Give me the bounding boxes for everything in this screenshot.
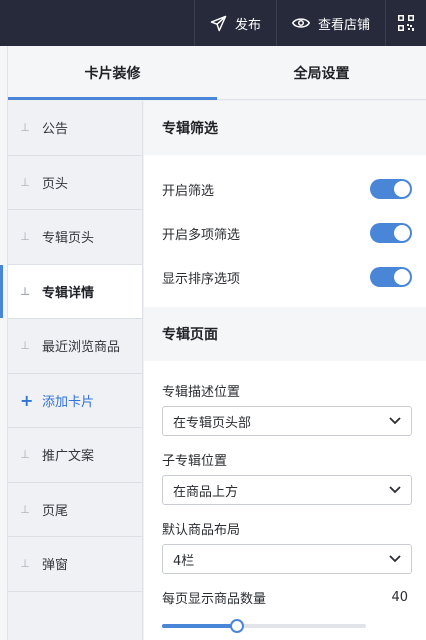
chevron-down-icon: [389, 417, 401, 425]
show-sort-toggle[interactable]: [370, 267, 412, 287]
publish-label: 发布: [234, 17, 261, 33]
per-page-row: 每页显示商品数量 40: [144, 588, 426, 607]
eye-icon: [291, 16, 310, 30]
add-card-button[interactable]: + 添加卡片: [8, 373, 142, 428]
layout-select[interactable]: 4栏: [162, 544, 412, 574]
tab-card-decoration[interactable]: 卡片装修: [8, 46, 217, 100]
sidebar-item-label: 专辑页头: [42, 231, 95, 247]
sidebar-item-header[interactable]: ⊥ 页头: [8, 155, 142, 210]
slider-thumb[interactable]: [230, 619, 245, 633]
sidebar-item-notice[interactable]: ⊥ 公告: [8, 101, 142, 156]
sidebar-item-footer[interactable]: ⊥ 页尾: [8, 482, 142, 537]
desc-position-select[interactable]: 在专辑页头部: [162, 406, 412, 436]
view-store-button[interactable]: 查看店铺: [275, 0, 385, 46]
multi-filter-toggle[interactable]: [370, 223, 412, 243]
tab-global-settings[interactable]: 全局设置: [217, 46, 426, 99]
select-value: 在商品上方: [173, 484, 239, 500]
slider-fill: [162, 624, 238, 628]
per-page-label: 每页显示商品数量: [162, 592, 267, 607]
pin-icon: ⊥: [20, 121, 30, 135]
plus-icon: +: [20, 390, 34, 410]
qr-code-button[interactable]: [385, 0, 426, 46]
toggle-row-multi-filter: 开启多项筛选: [144, 211, 426, 255]
publish-button[interactable]: 发布: [193, 0, 276, 46]
pin-icon: ⊥: [20, 502, 30, 516]
desc-position-label: 专辑描述位置: [162, 385, 241, 400]
qr-code-icon: [398, 15, 414, 31]
chevron-down-icon: [389, 555, 401, 563]
pin-icon: ⊥: [20, 557, 30, 571]
section-title-album-page: 专辑页面: [144, 307, 426, 361]
toggle-label: 开启筛选: [162, 183, 215, 199]
left-edge-panel: [0, 46, 8, 640]
select-value: 在专辑页头部: [173, 415, 252, 431]
toggle-label: 显示排序选项: [162, 271, 241, 287]
pin-icon: ⊥: [20, 339, 30, 353]
sidebar-item-label: 页尾: [42, 503, 69, 519]
top-bar: 发布 查看店铺: [0, 0, 426, 46]
sidebar-item-label: 弹窗: [42, 558, 69, 574]
add-card-label: 添加卡片: [42, 394, 95, 410]
pin-icon: ⊥: [20, 448, 30, 462]
sidebar-item-label: 专辑详情: [42, 285, 95, 301]
per-page-value: 40: [391, 590, 408, 605]
sidebar-item-album-details[interactable]: ⊥ 专辑详情: [0, 264, 142, 319]
pin-icon: ⊥: [20, 175, 30, 189]
sidebar-item-label: 最近浏览商品: [42, 340, 121, 356]
toggle-row-show-sort: 显示排序选项: [144, 255, 426, 299]
sidebar-item-label: 推广文案: [42, 449, 95, 465]
pin-icon: ⊥: [20, 284, 31, 298]
pin-icon: ⊥: [20, 230, 30, 244]
section-title-album-filter: 专辑筛选: [144, 101, 426, 155]
view-store-label: 查看店铺: [317, 17, 370, 33]
sidebar-item-popup[interactable]: ⊥ 弹窗: [8, 537, 142, 592]
sidebar-item-label: 页头: [42, 176, 69, 192]
toggle-knob: [394, 269, 410, 285]
sidebar-item-recently-viewed[interactable]: ⊥ 最近浏览商品: [8, 319, 142, 374]
sidebar-item-album-header[interactable]: ⊥ 专辑页头: [8, 210, 142, 265]
settings-panel: 专辑筛选 开启筛选 开启多项筛选 显示排序选项 专辑页面 专辑描述位置 在专辑页…: [144, 101, 426, 640]
card-sidebar: ⊥ 公告 ⊥ 页头 ⊥ 专辑页头 ⊥ 专辑详情 ⊥ 最近浏览商品 + 添加卡片 …: [0, 101, 143, 640]
sidebar-item-promo-copy[interactable]: ⊥ 推广文案: [8, 428, 142, 483]
toggle-label: 开启多项筛选: [162, 227, 241, 243]
toggle-row-enable-filter: 开启筛选: [144, 167, 426, 211]
layout-label: 默认商品布局: [162, 523, 241, 538]
select-value: 4栏: [173, 553, 195, 569]
sidebar-item-label: 公告: [42, 122, 69, 138]
sub-position-select[interactable]: 在商品上方: [162, 475, 412, 505]
chevron-down-icon: [389, 486, 401, 494]
toggle-knob: [394, 225, 410, 241]
send-icon: [210, 15, 227, 32]
sub-position-label: 子专辑位置: [162, 454, 228, 469]
enable-filter-toggle[interactable]: [370, 179, 412, 199]
per-page-slider[interactable]: [162, 619, 366, 633]
toggle-knob: [394, 181, 410, 197]
tab-bar: 卡片装修 全局设置: [8, 46, 426, 100]
